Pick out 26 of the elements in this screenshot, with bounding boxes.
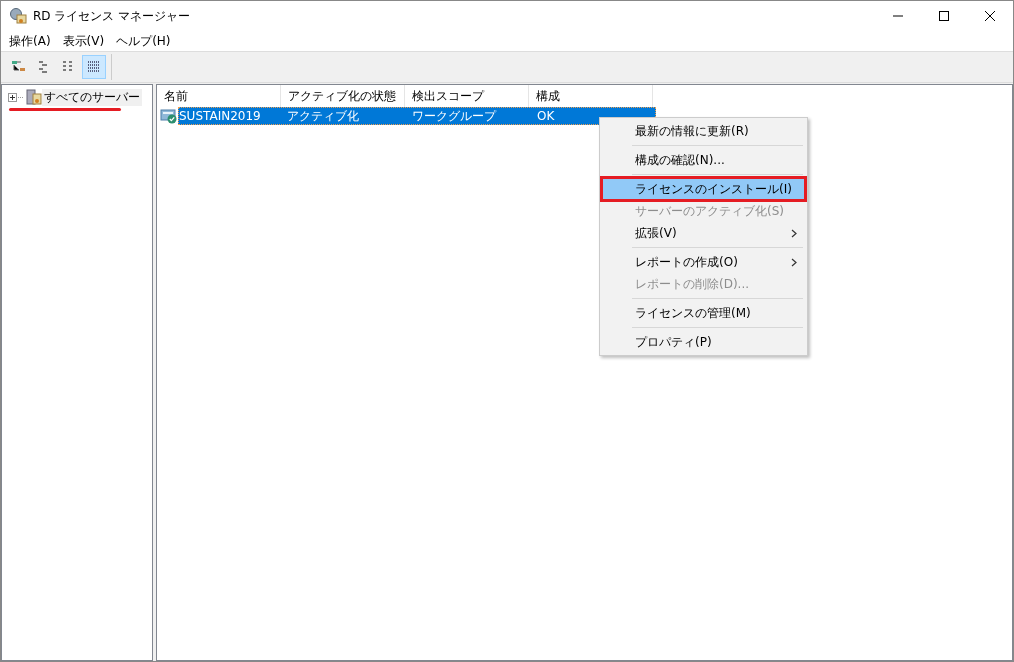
app-icon <box>9 7 27 25</box>
server-check-icon <box>160 108 178 124</box>
tree-item[interactable]: すべてのサーバー <box>42 88 142 106</box>
menu-item[interactable]: プロパティ(P) <box>602 331 805 353</box>
toolbar-button[interactable] <box>82 55 106 79</box>
close-icon <box>985 11 995 21</box>
expander-icon[interactable] <box>8 92 24 102</box>
menu-bar-item[interactable]: ヘルプ(H) <box>110 32 177 50</box>
server-group-icon <box>24 88 42 106</box>
menu-item[interactable]: 拡張(V) <box>602 222 805 244</box>
table-cell-text: アクティブ化 <box>286 107 360 125</box>
chevron-right-icon <box>791 229 797 238</box>
chevron-right-icon <box>791 258 797 267</box>
table-cell-text: ワークグループ <box>411 107 498 125</box>
window-title: RD ライセンス マネージャー <box>33 7 191 25</box>
menu-bar-item[interactable]: 操作(A) <box>3 32 57 50</box>
menu-item[interactable]: ライセンスの管理(M) <box>602 302 805 324</box>
table-cell-text: OK <box>536 109 556 123</box>
table-row[interactable]: SUSTAIN2019 アクティブ化 ワークグループ OK <box>178 107 656 125</box>
menu-item[interactable]: ライセンスのインストール(I) <box>602 178 805 200</box>
menu-bar-item[interactable]: 表示(V) <box>56 32 111 50</box>
table-cell-text: SUSTAIN2019 <box>178 109 262 123</box>
details-view-icon <box>86 59 102 75</box>
menu-item[interactable]: 構成の確認(N)... <box>602 149 805 171</box>
menu-item[interactable]: レポートの作成(O) <box>602 251 805 273</box>
maximize-icon <box>939 11 949 21</box>
